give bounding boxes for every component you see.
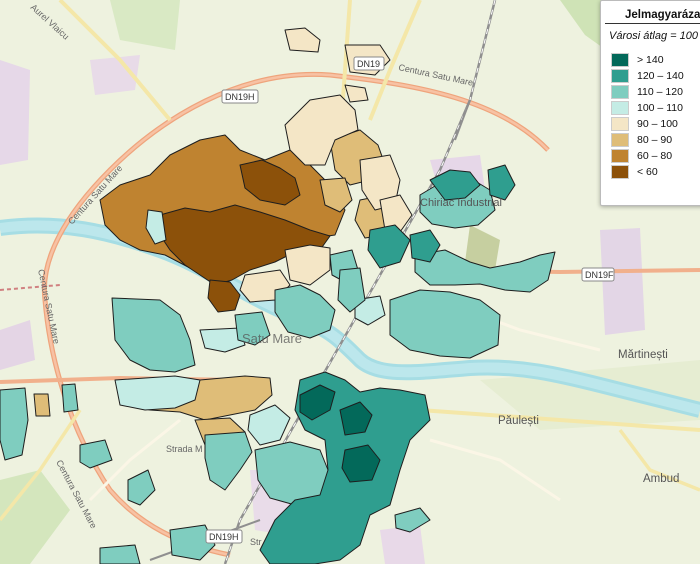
road-label-strada: Strada M	[166, 444, 203, 454]
legend-item-label: 90 – 100	[637, 118, 678, 130]
legend: Jelmagyarázat Városi átlag = 100 > 140 12…	[600, 0, 700, 206]
legend-item: 110 – 120	[611, 84, 700, 100]
legend-swatch	[611, 133, 629, 147]
place-label-paulesti: Păulești	[498, 415, 539, 427]
legend-swatch	[611, 53, 629, 67]
legend-item-label: 120 – 140	[637, 70, 684, 82]
legend-swatch	[611, 117, 629, 131]
district-110-120	[61, 383, 79, 413]
district-80-90	[33, 393, 51, 417]
place-label-satu-mare: Satu Mare	[242, 331, 302, 346]
legend-item: > 140	[611, 52, 700, 68]
legend-item-label: > 140	[637, 54, 664, 66]
legend-title: Jelmagyarázat	[605, 1, 700, 24]
legend-item-label: 100 – 110	[637, 102, 683, 114]
legend-item: 100 – 110	[611, 100, 700, 116]
legend-item: 90 – 100	[611, 116, 700, 132]
legend-subtitle: Városi átlag = 100	[609, 30, 698, 42]
legend-swatch	[611, 69, 629, 83]
shield-dn19-text: DN19	[357, 59, 380, 69]
industrial-area	[0, 60, 30, 165]
legend-swatch	[611, 165, 629, 179]
legend-item-label: 110 – 120	[637, 86, 683, 98]
legend-item-label: < 60	[637, 166, 658, 178]
legend-item: < 60	[611, 164, 700, 180]
legend-swatch	[611, 149, 629, 163]
legend-item: 120 – 140	[611, 68, 700, 84]
place-label-martinesti: Mărtinești	[618, 349, 668, 361]
legend-item: 60 – 80	[611, 148, 700, 164]
legend-item-label: 60 – 80	[637, 150, 673, 162]
legend-items: > 140 120 – 140 110 – 120 100 – 110 90 – 100…	[601, 52, 700, 180]
shield-dn19h-top-text: DN19H	[225, 92, 255, 102]
shield-dn19f-text: DN19F	[585, 270, 614, 280]
road-label-str: Str	[250, 537, 262, 547]
shield-dn19h-bottom-text: DN19H	[209, 532, 239, 542]
legend-item: 80 – 90	[611, 132, 700, 148]
district-110-120	[99, 544, 141, 564]
legend-swatch	[611, 101, 629, 115]
place-label-ambud: Ambud	[643, 473, 679, 485]
legend-swatch	[611, 85, 629, 99]
map[interactable]: Centura Satu Mare Centura Satu Mare Cent…	[0, 0, 700, 564]
industrial-area	[380, 525, 425, 564]
legend-item-label: 80 – 90	[637, 134, 673, 146]
place-label-chiriac: Chiriac Industrial	[420, 197, 502, 209]
